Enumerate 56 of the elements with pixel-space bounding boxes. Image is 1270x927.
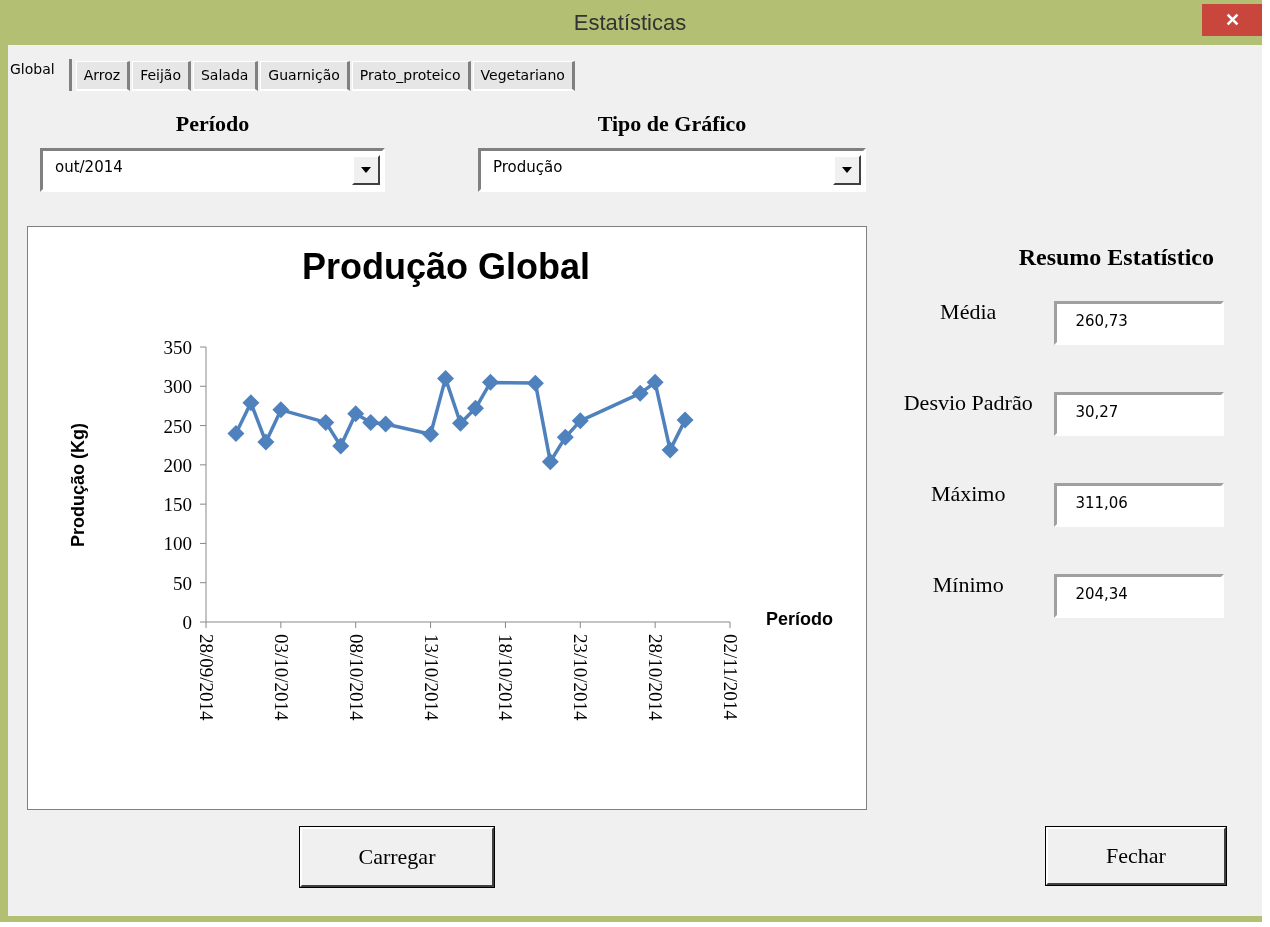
x-tick-label: 28/10/2014 — [645, 634, 667, 721]
chart-title: Produção Global — [302, 246, 590, 287]
x-tick-label: 18/10/2014 — [495, 634, 517, 721]
data-point — [631, 384, 649, 402]
y-tick-label: 200 — [163, 454, 192, 476]
x-tick-label: 08/10/2014 — [345, 634, 367, 721]
data-point — [317, 413, 335, 431]
data-point — [347, 405, 365, 423]
chart-type-dropdown[interactable]: Produção — [478, 148, 866, 192]
stat-label: Desvio Padrão — [902, 390, 1034, 416]
x-tick-label: 28/09/2014 — [196, 634, 217, 721]
dropdown-arrow-icon — [361, 167, 371, 173]
data-point — [452, 414, 469, 432]
data-point — [272, 401, 290, 419]
x-tick-label: 03/10/2014 — [270, 634, 292, 721]
y-tick-label: 350 — [163, 337, 192, 358]
stat-label: Máximo — [929, 481, 1007, 507]
x-tick-label: 23/10/2014 — [570, 634, 592, 721]
tab[interactable]: Global — [8, 59, 72, 91]
load-button[interactable]: Carregar — [300, 827, 494, 887]
dropdown-arrow-icon — [842, 167, 852, 173]
y-tick-label: 250 — [163, 415, 192, 437]
data-point — [332, 437, 350, 455]
tab[interactable]: Arroz — [75, 61, 131, 91]
y-tick-label: 150 — [163, 494, 192, 516]
x-tick-label: 13/10/2014 — [420, 634, 442, 721]
tab[interactable]: Feijão — [132, 61, 191, 91]
stat-value-field[interactable]: 260,73 — [1054, 301, 1224, 345]
y-tick-label: 0 — [182, 612, 192, 633]
tab[interactable]: Prato_proteico — [351, 61, 471, 91]
period-label: Período — [175, 111, 250, 137]
stat-value-field[interactable]: 30,27 — [1054, 392, 1224, 436]
period-dropdown[interactable]: out/2014 — [40, 148, 385, 192]
data-point — [362, 413, 380, 431]
data-point — [556, 428, 574, 446]
y-tick-label: 300 — [163, 376, 192, 398]
close-button[interactable]: ✕ — [1202, 4, 1262, 36]
y-tick-label: 50 — [173, 572, 192, 594]
tab[interactable]: Vegetariano — [472, 61, 575, 91]
summary-title: Resumo Estatístico — [1018, 244, 1214, 271]
close-form-button[interactable]: Fechar — [1046, 827, 1226, 885]
data-point — [467, 399, 484, 417]
data-point — [257, 433, 275, 451]
x-tick-label: 02/11/2014 — [720, 634, 741, 720]
chart-type-label: Tipo de Gráfico — [597, 111, 747, 137]
data-point — [571, 412, 589, 430]
y-axis-label: Produção (Kg) — [68, 423, 88, 547]
tab[interactable]: Salada — [192, 61, 259, 91]
stat-value-field[interactable]: 204,34 — [1054, 574, 1224, 618]
x-axis-label: Período — [766, 609, 833, 629]
stat-value-field[interactable]: 311,06 — [1054, 483, 1224, 527]
stat-label: Mínimo — [931, 572, 1005, 598]
y-tick-label: 100 — [163, 533, 192, 555]
stat-label: Média — [939, 299, 998, 325]
window-title: Estatísticas — [573, 9, 687, 36]
tab[interactable]: Guarnição — [260, 61, 350, 91]
